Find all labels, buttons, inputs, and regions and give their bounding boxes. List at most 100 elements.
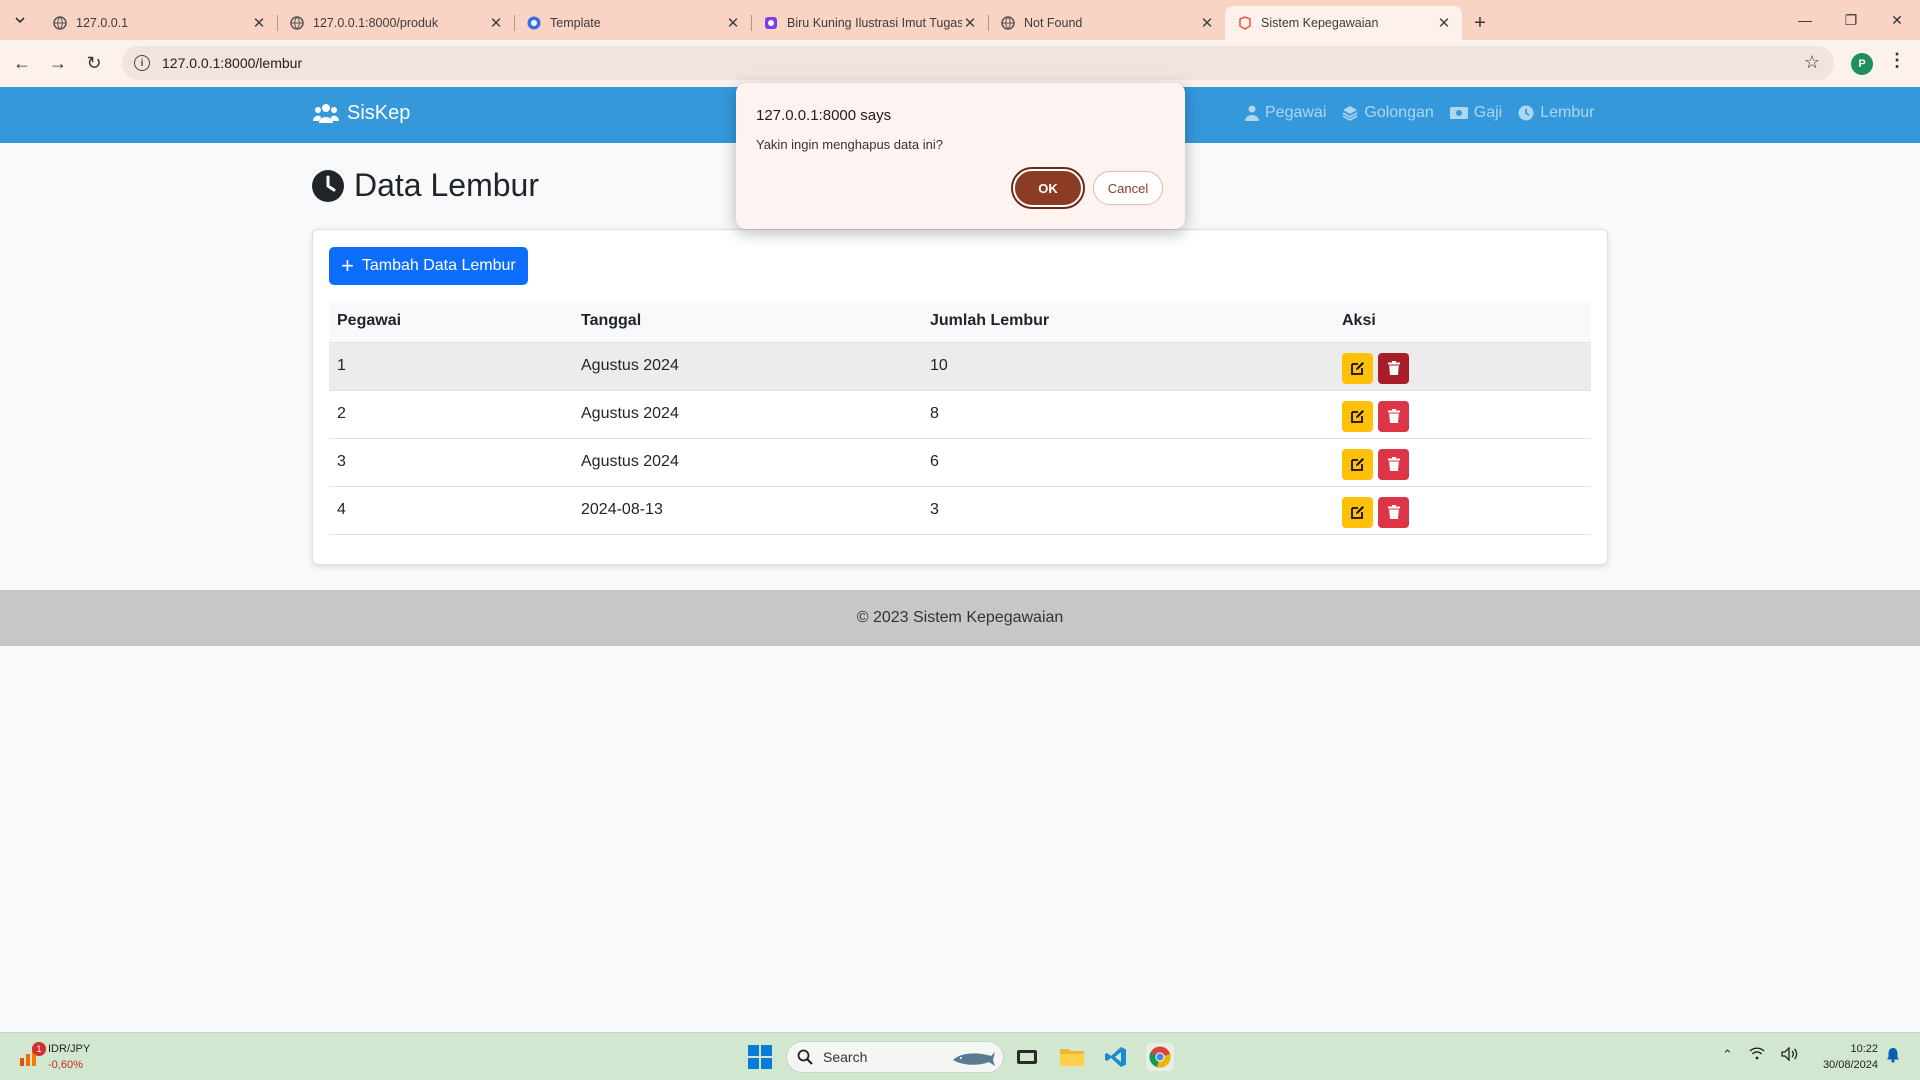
windows-start-icon[interactable] — [748, 1045, 772, 1074]
column-header: Tanggal — [573, 301, 922, 343]
tab-search-button[interactable] — [0, 0, 40, 40]
page-title-text: Data Lembur — [354, 167, 539, 203]
edit-button[interactable] — [1342, 352, 1373, 384]
users-icon — [313, 103, 339, 123]
ok-button[interactable]: OK — [1011, 167, 1085, 209]
edit-icon — [1350, 458, 1364, 471]
browser-tab-strip: 127.0.0.1 ✕ 127.0.0.1:8000/produk ✕ Temp… — [0, 0, 1920, 40]
trash-icon — [1387, 505, 1400, 519]
money-bill-icon — [1449, 107, 1468, 119]
trash-icon — [1387, 409, 1400, 423]
lembur-table: Pegawai Tanggal Jumlah Lembur Aksi 1 Agu… — [329, 301, 1591, 535]
site-info-icon[interactable]: i — [134, 55, 150, 71]
tab-title: Not Found — [1024, 16, 1083, 30]
cell-pegawai: 4 — [329, 486, 573, 535]
edit-icon — [1350, 506, 1364, 519]
cancel-button[interactable]: Cancel — [1093, 171, 1163, 205]
bookmark-star-icon[interactable]: ☆ — [1804, 52, 1820, 73]
edit-button[interactable] — [1342, 448, 1373, 480]
cell-tanggal: Agustus 2024 — [573, 390, 922, 439]
cell-aksi — [1334, 486, 1591, 535]
layer-group-icon — [1342, 106, 1358, 121]
forward-arrow-icon[interactable]: → — [40, 46, 76, 82]
file-explorer-icon[interactable] — [1058, 1043, 1086, 1071]
chevron-up-icon[interactable]: ⌃ — [1722, 1047, 1733, 1064]
browser-tab[interactable]: Not Found ✕ — [988, 6, 1225, 40]
address-bar[interactable]: i 127.0.0.1:8000/lembur ☆ — [122, 46, 1834, 80]
chevron-down-icon — [15, 17, 25, 24]
footer-text: © 2023 Sistem Kepegawaian — [856, 609, 1064, 626]
add-button-label: Tambah Data Lembur — [361, 257, 516, 274]
cell-pegawai: 3 — [329, 438, 573, 487]
taskbar-search[interactable]: Search — [786, 1041, 1004, 1073]
wifi-icon[interactable] — [1749, 1047, 1765, 1064]
nav-link-gaji[interactable]: Gaji — [1449, 104, 1502, 122]
new-tab-button[interactable]: + — [1462, 6, 1498, 40]
edit-button[interactable] — [1342, 496, 1373, 528]
browser-tab-active[interactable]: Sistem Kepegawaian ✕ — [1225, 6, 1462, 40]
edit-icon — [1350, 410, 1364, 423]
delete-button[interactable] — [1378, 448, 1409, 480]
window-close-icon[interactable]: ✕ — [1874, 0, 1920, 40]
chrome-icon[interactable] — [1146, 1043, 1174, 1071]
page-title: Data Lembur — [312, 167, 539, 204]
tab-title: 127.0.0.1 — [76, 16, 129, 30]
add-lembur-button[interactable]: + Tambah Data Lembur — [329, 247, 528, 285]
delete-button[interactable] — [1378, 352, 1409, 384]
browser-tab[interactable]: Template ✕ — [514, 6, 751, 40]
close-icon[interactable]: ✕ — [251, 15, 267, 32]
volume-icon[interactable] — [1781, 1046, 1799, 1064]
close-icon[interactable]: ✕ — [1436, 15, 1452, 32]
currency-widget[interactable]: 1 IDR/JPY -0,60% — [18, 1041, 90, 1073]
profile-avatar[interactable]: P — [1851, 53, 1873, 75]
back-arrow-icon[interactable]: ← — [4, 46, 40, 82]
tab-title: 127.0.0.1:8000/produk — [313, 16, 439, 30]
browser-tab[interactable]: Biru Kuning Ilustrasi Imut Tugas ✕ — [751, 6, 988, 40]
delete-button[interactable] — [1378, 496, 1409, 528]
reload-icon[interactable]: ↻ — [76, 46, 112, 82]
system-tray: ⌃ — [1722, 1046, 1799, 1064]
cell-pegawai: 2 — [329, 390, 573, 439]
table-row: 4 2024-08-13 3 — [329, 486, 1591, 535]
browser-tab[interactable]: 127.0.0.1 ✕ — [40, 6, 277, 40]
nav-link-golongan[interactable]: Golongan — [1342, 104, 1434, 122]
tab-list: 127.0.0.1 ✕ 127.0.0.1:8000/produk ✕ Temp… — [40, 6, 1462, 40]
notification-badge: 1 — [32, 1042, 46, 1056]
os-taskbar: 1 IDR/JPY -0,60% Search ⌃ 10:22 30/08/20… — [0, 1032, 1920, 1080]
cell-aksi — [1334, 342, 1591, 391]
nav-link-lembur[interactable]: Lembur — [1518, 104, 1594, 122]
plus-icon: + — [341, 253, 354, 278]
brand-link[interactable]: SisKep — [313, 102, 410, 125]
url-text: 127.0.0.1:8000/lembur — [162, 55, 303, 71]
restore-icon[interactable]: ❐ — [1828, 0, 1874, 40]
column-header: Jumlah Lembur — [922, 301, 1334, 343]
cell-tanggal: Agustus 2024 — [573, 438, 922, 487]
vscode-icon[interactable] — [1102, 1043, 1130, 1071]
column-header: Aksi — [1334, 301, 1591, 343]
trash-icon — [1387, 457, 1400, 471]
trash-icon — [1387, 361, 1400, 375]
close-icon[interactable]: ✕ — [725, 15, 741, 32]
cell-jumlah: 8 — [922, 390, 1334, 439]
stock-chart-icon: 1 — [18, 1042, 46, 1068]
clock-date: 30/08/2024 — [1822, 1059, 1878, 1071]
close-icon[interactable]: ✕ — [488, 15, 504, 32]
browser-tab[interactable]: 127.0.0.1:8000/produk ✕ — [277, 6, 514, 40]
delete-button[interactable] — [1378, 400, 1409, 432]
close-icon[interactable]: ✕ — [1199, 15, 1215, 32]
task-view-icon[interactable] — [1013, 1043, 1041, 1071]
browser-menu-icon[interactable]: ⋮ — [1888, 50, 1906, 71]
cell-jumlah: 10 — [922, 342, 1334, 391]
tab-title: Sistem Kepegawaian — [1261, 16, 1379, 30]
data-card: + Tambah Data Lembur Pegawai Tanggal Jum… — [312, 229, 1608, 565]
notification-bell-icon[interactable] — [1886, 1047, 1900, 1068]
nav-link-label: Pegawai — [1265, 104, 1327, 121]
cell-aksi — [1334, 438, 1591, 487]
minimize-icon[interactable]: — — [1782, 0, 1828, 40]
system-clock[interactable]: 10:22 30/08/2024 — [1806, 1041, 1878, 1073]
close-icon[interactable]: ✕ — [962, 15, 978, 32]
widget-value: -0,60% — [48, 1059, 83, 1071]
edit-button[interactable] — [1342, 400, 1373, 432]
clock-icon — [1518, 105, 1534, 121]
nav-link-pegawai[interactable]: Pegawai — [1245, 104, 1326, 122]
